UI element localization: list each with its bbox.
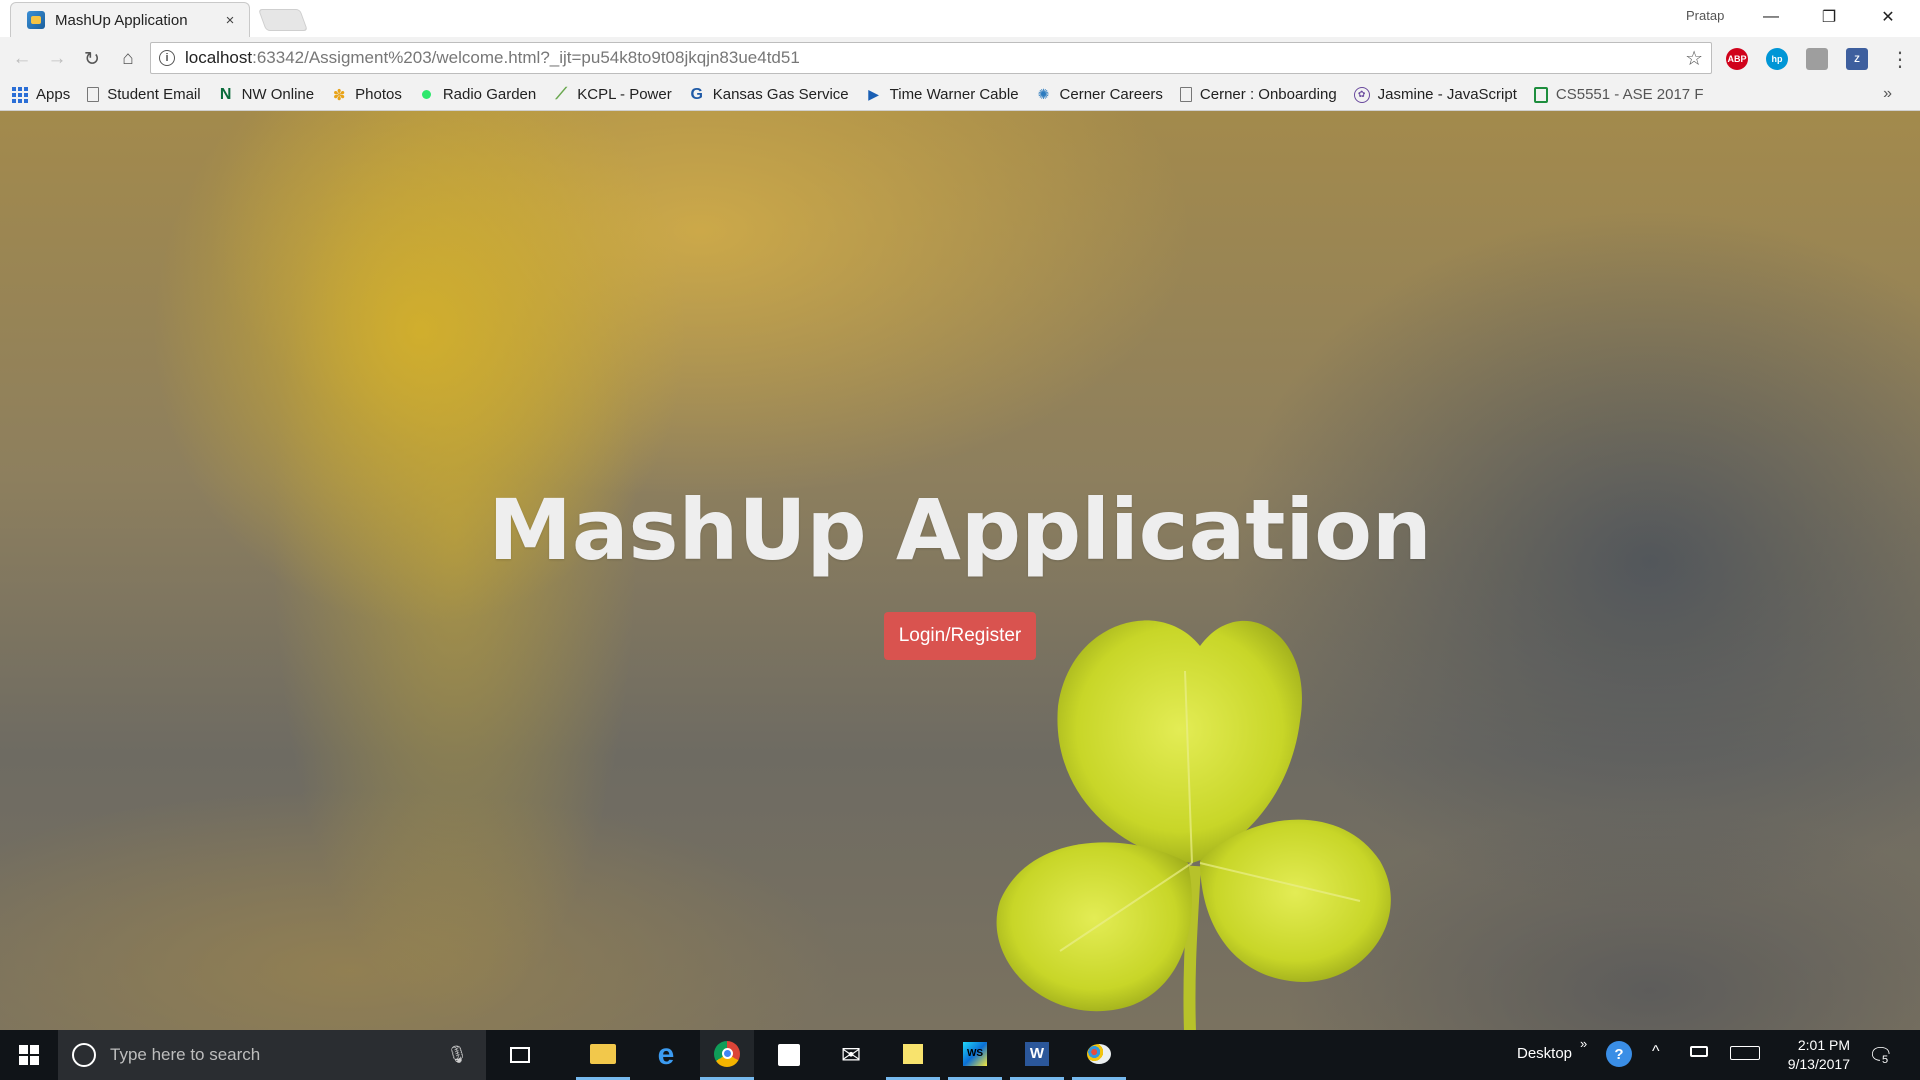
bookmark-kcpl-power[interactable]: ⟋ KCPL - Power [553,85,672,104]
photos-icon: ✽ [332,86,346,104]
file-explorer-icon[interactable] [576,1030,630,1080]
desktop-toolbar-label[interactable]: Desktop [1517,1045,1572,1062]
tab-strip: MashUp Application × Pratap — ❐ ✕ [0,0,1920,37]
bookmark-star-icon[interactable]: ☆ [1685,46,1703,71]
sticky-notes-icon[interactable] [886,1030,940,1080]
back-arrow-icon[interactable]: ← [8,45,36,73]
url-text[interactable]: localhost:63342/Assigment%203/welcome.ht… [185,48,1685,68]
bookmark-kansas-gas-service[interactable]: G Kansas Gas Service [689,85,849,104]
adblock-plus-icon[interactable]: ABP [1726,48,1748,70]
paint-icon[interactable] [1072,1030,1126,1080]
zotero-icon[interactable]: Z [1846,48,1868,70]
clover-image [996,620,1391,1030]
hp-icon[interactable]: hp [1766,48,1788,70]
info-icon[interactable]: i [159,50,175,66]
bookmark-label: CS5551 - ASE 2017 F [1555,86,1704,103]
page-icon [87,87,100,102]
tab-mashup-application[interactable]: MashUp Application × [10,2,250,37]
help-icon[interactable]: ? [1606,1041,1632,1067]
cerner-icon: ✺ [1037,86,1050,102]
url-path: :63342/Assigment%203/welcome.html?_ijt=p… [252,48,800,67]
close-window-icon[interactable]: ✕ [1860,0,1916,34]
bookmark-time-warner-cable[interactable]: ▶ Time Warner Cable [866,86,1019,103]
bookmark-label: Cerner : Onboarding [1199,86,1337,103]
bookmark-radio-garden[interactable]: Radio Garden [419,86,536,103]
bookmark-cerner-onboarding[interactable]: Cerner : Onboarding [1179,86,1337,103]
chevron-up-icon[interactable]: ^ [1652,1043,1660,1061]
browser-menu-icon[interactable]: ⋮ [1890,47,1910,72]
bookmark-cerner-careers[interactable]: ✺ Cerner Careers [1036,86,1163,103]
windows-taskbar: Type here to search 🎙 e ✉ WS W Desktop »… [0,1030,1920,1080]
windows-logo-icon [19,1045,39,1065]
tab-close-icon[interactable]: × [221,12,239,29]
edge-icon[interactable]: e [639,1030,693,1080]
bookmark-label: Student Email [107,86,201,103]
cortana-icon [72,1043,96,1067]
nw-icon: N [219,85,232,103]
taskbar-clock[interactable]: 2:01 PM 9/13/2017 [1760,1036,1850,1074]
taskbar-search-box[interactable]: Type here to search 🎙 [58,1030,486,1080]
taskbar-search-placeholder: Type here to search [110,1045,261,1064]
webstorm-icon[interactable]: WS [948,1030,1002,1080]
sheets-icon [1533,86,1548,103]
store-icon[interactable] [762,1030,816,1080]
forward-arrow-icon[interactable]: → [43,45,71,73]
clock-time: 2:01 PM [1797,1037,1850,1053]
bookmark-label: NW Online [241,86,315,103]
clock-date: 9/13/2017 [1787,1056,1850,1072]
webstorm-favicon-icon [27,11,45,29]
desktop-toolbar-chevron[interactable]: » [1580,1036,1587,1051]
url-host: localhost [185,48,253,67]
minimize-icon[interactable]: — [1743,0,1799,34]
bookmark-cs5551[interactable]: CS5551 - ASE 2017 F [1533,86,1704,103]
twc-icon: ▶ [868,86,880,102]
bookmark-label: KCPL - Power [577,86,672,103]
browser-chrome: MashUp Application × Pratap — ❐ ✕ ← → ↻ … [0,0,1920,111]
kcpl-icon: ⟋ [555,85,567,103]
bookmark-label: Apps [36,86,71,103]
bookmarks-bar: Apps Student Email N NW Online ✽ Photos … [0,79,1920,111]
tab-title: MashUp Application [55,11,188,29]
pdf-icon[interactable] [1806,48,1828,70]
bookmark-label: Photos [355,86,402,103]
word-icon[interactable]: W [1010,1030,1064,1080]
bookmark-nw-online[interactable]: N NW Online [218,85,315,104]
home-icon[interactable]: ⌂ [114,45,142,73]
start-button[interactable] [0,1030,58,1080]
bookmark-jasmine-javascript[interactable]: ✿ Jasmine - JavaScript [1353,86,1517,103]
bookmark-label: Time Warner Cable [889,86,1019,103]
microphone-icon[interactable]: 🎙 [446,1045,468,1065]
chrome-icon[interactable] [700,1030,754,1080]
jasmine-icon: ✿ [1353,86,1370,103]
battery-icon[interactable] [1690,1046,1708,1057]
browser-toolbar: ← → ↻ ⌂ i localhost:63342/Assigment%203/… [0,37,1920,79]
new-tab-button[interactable] [257,9,309,31]
bookmark-label: Cerner Careers [1059,86,1163,103]
keyboard-icon[interactable] [1730,1046,1760,1060]
profile-name[interactable]: Pratap [1686,8,1724,23]
bookmark-label: Radio Garden [442,86,537,103]
bookmark-apps[interactable]: Apps [12,86,70,103]
bookmark-student-email[interactable]: Student Email [87,86,201,103]
page-title: MashUp Application [488,481,1432,579]
bookmark-label: Jasmine - JavaScript [1377,86,1517,103]
bookmarks-overflow-icon[interactable]: » [1883,85,1892,103]
task-view-icon[interactable] [493,1030,547,1080]
login-register-button[interactable]: Login/Register [884,612,1036,660]
page-hero-background: MashUp Application Login/Register [0,111,1920,1030]
apps-grid-icon [12,86,28,103]
restore-icon[interactable]: ❐ [1801,0,1857,34]
reload-icon[interactable]: ↻ [78,45,106,73]
radio-garden-icon [419,87,435,103]
bookmark-label: Kansas Gas Service [712,86,849,103]
page-icon [1179,87,1192,102]
mail-icon[interactable]: ✉ [824,1030,878,1080]
address-bar[interactable]: i localhost:63342/Assigment%203/welcome.… [150,42,1712,74]
bookmark-photos[interactable]: ✽ Photos [331,86,402,104]
kansas-gas-icon: G [690,85,703,103]
notification-count: 5 [1880,1054,1891,1066]
